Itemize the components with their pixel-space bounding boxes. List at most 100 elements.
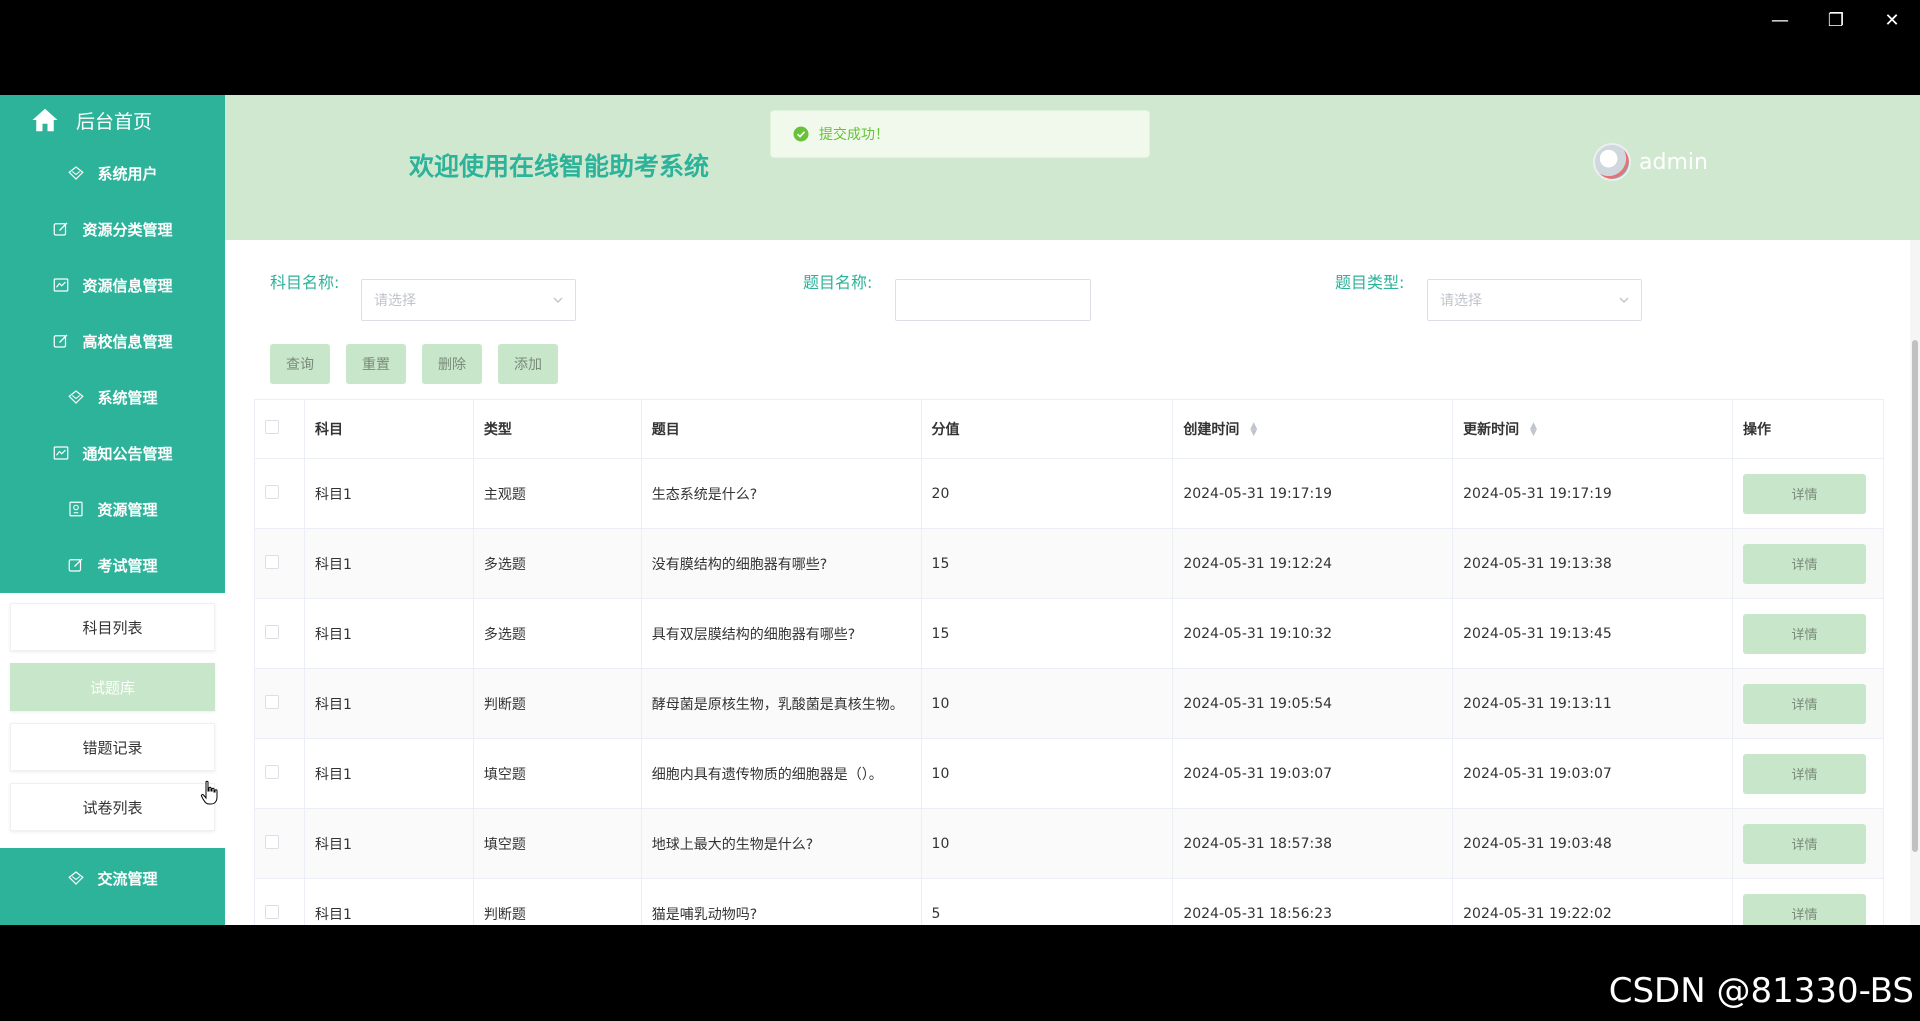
cell-created: 2024-05-31 18:57:38 bbox=[1172, 808, 1454, 879]
add-button[interactable]: 添加 bbox=[498, 344, 558, 384]
cell-score: 5 bbox=[920, 878, 1174, 925]
row-checkbox-cell bbox=[254, 598, 305, 669]
cell-type: 多选题 bbox=[472, 598, 642, 669]
row-checkbox[interactable] bbox=[265, 554, 279, 569]
edit-icon bbox=[67, 556, 85, 574]
sidebar-item-label: 资源分类管理 bbox=[82, 220, 173, 239]
cell-created: 2024-05-31 19:05:54 bbox=[1172, 668, 1454, 739]
column-header-type: 类型 bbox=[472, 399, 642, 459]
type-select[interactable]: 请选择 bbox=[1427, 279, 1642, 321]
column-header-updated[interactable]: 更新时间 ▲ ▼ bbox=[1452, 399, 1733, 459]
delete-button[interactable]: 删除 bbox=[422, 344, 482, 384]
submenu-item-3[interactable]: 试卷列表 bbox=[10, 783, 215, 831]
type-select-placeholder: 请选择 bbox=[1440, 293, 1482, 309]
row-checkbox[interactable] bbox=[265, 624, 279, 639]
detail-button[interactable]: 详情 bbox=[1742, 753, 1866, 794]
submenu-item-0[interactable]: 科目列表 bbox=[10, 603, 215, 651]
detail-button[interactable]: 详情 bbox=[1742, 473, 1866, 514]
sidebar-item-label: 考试管理 bbox=[97, 556, 158, 575]
row-checkbox-cell bbox=[254, 738, 305, 809]
column-header-created[interactable]: 创建时间 ▲ ▼ bbox=[1172, 399, 1454, 459]
cell-type: 判断题 bbox=[472, 668, 642, 739]
success-toast: 提交成功！ bbox=[770, 110, 1150, 158]
question-input[interactable] bbox=[895, 279, 1091, 321]
reset-button[interactable]: 重置 bbox=[346, 344, 406, 384]
cell-updated: 2024-05-31 19:22:02 bbox=[1452, 878, 1733, 925]
table-row: 科目1 填空题 细胞内具有遗传物质的细胞器是（）。 10 2024-05-31 19:0… bbox=[254, 738, 1885, 809]
table-row: 科目1 判断题 猫是哺乳动物吗? 5 2024-05-31 18:56:23 2024-0… bbox=[254, 878, 1885, 925]
sidebar-item-label: 系统用户 bbox=[97, 164, 158, 183]
sort-icon[interactable]: ▲ ▼ bbox=[1530, 422, 1537, 438]
sidebar-item-7[interactable]: 考试管理 bbox=[0, 537, 225, 593]
sidebar-item-0[interactable]: 系统用户 bbox=[0, 145, 225, 201]
sidebar-home[interactable]: 后台首页 bbox=[0, 95, 225, 145]
vertical-scrollbar[interactable] bbox=[1910, 240, 1920, 925]
select-all-checkbox[interactable] bbox=[265, 420, 279, 434]
row-checkbox-cell bbox=[254, 808, 305, 879]
column-header-question: 题目 bbox=[640, 399, 922, 459]
row-checkbox[interactable] bbox=[265, 764, 279, 779]
cell-created: 2024-05-31 18:56:23 bbox=[1172, 878, 1454, 925]
sidebar-item-6[interactable]: 资源管理 bbox=[0, 481, 225, 537]
cell-actions: 详情 bbox=[1731, 458, 1885, 529]
cell-updated: 2024-05-31 19:13:11 bbox=[1452, 668, 1733, 739]
chevron-down-icon bbox=[553, 297, 563, 303]
home-icon bbox=[32, 108, 58, 132]
user-menu[interactable]: admin bbox=[1593, 143, 1708, 181]
cell-subject: 科目1 bbox=[303, 668, 474, 739]
detail-button[interactable]: 详情 bbox=[1742, 823, 1866, 864]
row-checkbox[interactable] bbox=[265, 484, 279, 499]
row-checkbox-cell bbox=[254, 878, 305, 925]
detail-button[interactable]: 详情 bbox=[1742, 613, 1866, 654]
cell-actions: 详情 bbox=[1731, 668, 1885, 739]
restore-button[interactable]: ❐ bbox=[1808, 0, 1864, 40]
subject-label: 科目名称: bbox=[270, 273, 340, 292]
detail-button[interactable]: 详情 bbox=[1742, 683, 1866, 724]
row-checkbox[interactable] bbox=[265, 834, 279, 849]
sidebar-item-3[interactable]: 高校信息管理 bbox=[0, 313, 225, 369]
close-button[interactable]: ✕ bbox=[1864, 0, 1920, 40]
cell-score: 20 bbox=[920, 458, 1174, 529]
minimize-button[interactable]: — bbox=[1752, 0, 1808, 40]
cell-updated: 2024-05-31 19:13:45 bbox=[1452, 598, 1733, 669]
table-header-row: 科目 类型 题目 分值 创建时间 ▲ ▼ 更新时间 ▲ ▼ 操作 bbox=[254, 399, 1885, 459]
row-checkbox[interactable] bbox=[265, 694, 279, 709]
sidebar-item-5[interactable]: 通知公告管理 bbox=[0, 425, 225, 481]
cell-score: 10 bbox=[920, 668, 1174, 739]
cell-type: 多选题 bbox=[472, 528, 642, 599]
sidebar-item-4[interactable]: 系统管理 bbox=[0, 369, 225, 425]
detail-button[interactable]: 详情 bbox=[1742, 543, 1866, 584]
sort-icon[interactable]: ▲ ▼ bbox=[1250, 422, 1257, 438]
table-row: 科目1 判断题 酵母菌是原核生物，乳酸菌是真核生物。 10 2024-05-31 19:… bbox=[254, 668, 1885, 739]
mouse-pointer-icon bbox=[200, 780, 218, 805]
column-header-score: 分值 bbox=[920, 399, 1174, 459]
submenu-item-2[interactable]: 错题记录 bbox=[10, 723, 215, 771]
sidebar-item-1[interactable]: 资源分类管理 bbox=[0, 201, 225, 257]
edit-icon bbox=[52, 220, 70, 238]
cell-updated: 2024-05-31 19:03:48 bbox=[1452, 808, 1733, 879]
sidebar-item-label: 系统管理 bbox=[97, 388, 158, 407]
header: 欢迎使用在线智能助考系统 提交成功！ admin bbox=[225, 95, 1920, 240]
detail-button[interactable]: 详情 bbox=[1742, 893, 1866, 925]
sidebar-item-label: 交流管理 bbox=[97, 869, 158, 888]
cell-actions: 详情 bbox=[1731, 808, 1885, 879]
sidebar: 后台首页 系统用户资源分类管理资源信息管理 高校信息管理系统管理通知公告管理资源管… bbox=[0, 95, 225, 925]
sidebar-item-label: 通知公告管理 bbox=[82, 444, 173, 463]
sidebar-item-exchange[interactable]: 交流管理 bbox=[0, 848, 225, 908]
table-row: 科目1 主观题 生态系统是什么? 20 2024-05-31 19:17:19 2024-… bbox=[254, 458, 1885, 529]
edit-icon bbox=[52, 332, 70, 350]
cell-subject: 科目1 bbox=[303, 598, 474, 669]
cell-question: 生态系统是什么? bbox=[640, 458, 922, 529]
scrollbar-thumb[interactable] bbox=[1912, 340, 1918, 852]
row-checkbox[interactable] bbox=[265, 904, 279, 919]
query-button[interactable]: 查询 bbox=[270, 344, 330, 384]
select-all-cell bbox=[254, 399, 305, 459]
cell-created: 2024-05-31 19:17:19 bbox=[1172, 458, 1454, 529]
column-header-created-label: 创建时间 bbox=[1183, 422, 1240, 438]
sidebar-item-2[interactable]: 资源信息管理 bbox=[0, 257, 225, 313]
subject-select[interactable]: 请选择 bbox=[361, 279, 576, 321]
submenu-item-1[interactable]: 试题库 bbox=[10, 663, 215, 711]
chart-icon bbox=[52, 444, 70, 462]
cell-question: 地球上最大的生物是什么? bbox=[640, 808, 922, 879]
sidebar-submenu: 科目列表试题库错题记录试卷列表 bbox=[0, 593, 225, 848]
